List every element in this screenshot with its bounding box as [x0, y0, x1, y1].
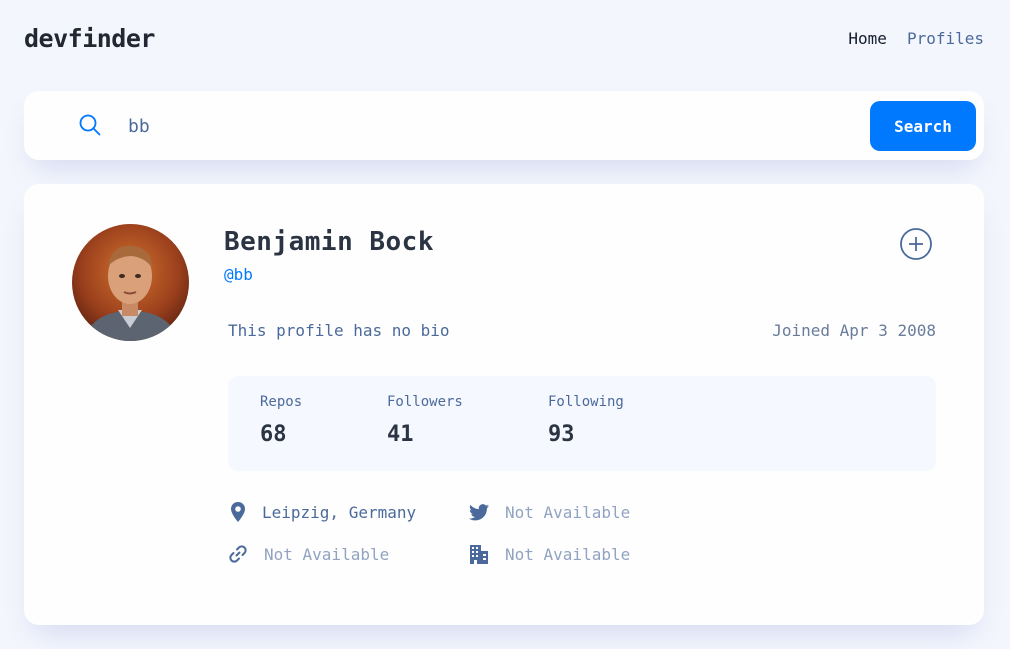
stat-repos-value: 68: [260, 422, 287, 447]
profile-company: Not Available: [469, 544, 630, 564]
nav-home-link[interactable]: Home: [848, 29, 887, 48]
main-nav: Home Profiles: [848, 29, 984, 48]
company-building-icon: [469, 544, 489, 564]
profile-joined-date: Joined Apr 3 2008: [772, 321, 936, 340]
profile-location-text: Leipzig, Germany: [262, 502, 417, 522]
profile-company-text: Not Available: [505, 544, 631, 564]
search-bar: Search: [24, 91, 984, 160]
search-button[interactable]: Search: [870, 101, 976, 151]
profile-website-text: Not Available: [264, 544, 390, 564]
nav-profiles-link[interactable]: Profiles: [907, 29, 984, 48]
profile-login-link[interactable]: @bb: [224, 265, 253, 284]
stat-followers: Followers 41: [387, 394, 463, 447]
stat-following-value: 93: [548, 422, 575, 447]
stat-repos-label: Repos: [260, 394, 303, 410]
profile-location: Leipzig, Germany: [228, 502, 416, 522]
stat-repos: Repos 68: [260, 394, 302, 447]
location-pin-icon: [228, 502, 248, 522]
profile-name: Benjamin Bock: [224, 227, 434, 257]
profile-card: Benjamin Bock @bb This profile has no bi…: [24, 184, 984, 625]
search-icon: [79, 114, 101, 136]
profile-bio: This profile has no bio: [228, 321, 450, 340]
add-profile-button[interactable]: [900, 228, 932, 260]
profile-twitter: Not Available: [469, 502, 630, 522]
stat-followers-label: Followers: [387, 394, 463, 410]
profile-stats: Repos 68 Followers 41 Following 93: [228, 376, 936, 471]
add-circle-icon: [900, 228, 932, 263]
link-icon: [228, 544, 248, 564]
search-input[interactable]: [128, 111, 868, 141]
profile-twitter-text: Not Available: [505, 502, 631, 522]
header: devfinder Home Profiles: [24, 20, 984, 56]
twitter-icon: [469, 502, 489, 522]
stat-following-label: Following: [548, 394, 624, 410]
app-logo[interactable]: devfinder: [24, 24, 155, 53]
stat-following: Following 93: [548, 394, 624, 447]
profile-website: Not Available: [228, 544, 389, 564]
avatar: [72, 224, 189, 341]
stat-followers-value: 41: [387, 422, 414, 447]
